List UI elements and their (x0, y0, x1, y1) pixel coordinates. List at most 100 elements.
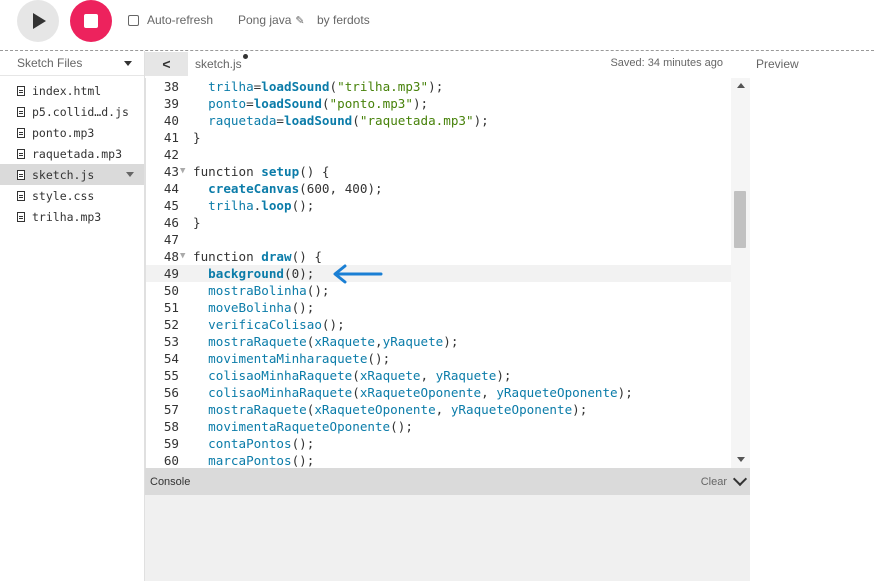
play-icon (33, 13, 46, 29)
line-number: 39 (163, 96, 179, 111)
project-name[interactable]: Pong java ✎ (238, 13, 305, 27)
sidebar-title: Sketch Files (17, 56, 83, 70)
code-line[interactable]: 49 background(0); (146, 265, 750, 282)
code-text: movimentaRaqueteOponente(); (208, 419, 413, 434)
code-line[interactable]: 54 movimentaMinharaquete(); (146, 350, 750, 367)
code-text: verificaColisao(); (208, 317, 345, 332)
code-line[interactable]: 55 colisaoMinhaRaquete(xRaquete, yRaquet… (146, 367, 750, 384)
file-options-chevron-icon[interactable] (126, 172, 134, 177)
file-icon (17, 127, 25, 138)
code-line[interactable]: 43 ▼ function setup() { (146, 163, 750, 180)
fold-gutter (179, 95, 193, 112)
chevron-down-icon[interactable] (124, 60, 132, 66)
code-line[interactable]: 58 movimentaRaqueteOponente(); (146, 418, 750, 435)
stop-icon (84, 14, 98, 28)
chevron-left-icon: < (162, 56, 171, 72)
scroll-down-icon[interactable] (737, 457, 745, 462)
code-line[interactable]: 48 ▼ function draw() { (146, 248, 750, 265)
fold-triangle-icon[interactable]: ▼ (179, 248, 193, 265)
file-item-raquetada-mp3[interactable]: raquetada.mp3 (0, 143, 144, 164)
file-item-sketch-js[interactable]: sketch.js (0, 164, 144, 185)
pencil-icon[interactable]: ✎ (295, 14, 304, 27)
file-item-style-css[interactable]: style.css (0, 185, 144, 206)
code-text: moveBolinha(); (208, 300, 315, 315)
code-line[interactable]: 50 mostraBolinha(); (146, 282, 750, 299)
file-list: index.html p5.collid…d.js ponto.mp3 raqu… (0, 76, 144, 227)
code-text: raquetada=loadSound("raquetada.mp3"); (208, 113, 489, 128)
code-line[interactable]: 57 mostraRaquete(xRaqueteOponente, yRaqu… (146, 401, 750, 418)
code-line[interactable]: 45 trilha.loop(); (146, 197, 750, 214)
file-icon (17, 148, 25, 159)
collapse-sidebar-button[interactable]: < (145, 52, 188, 76)
editor-file-tab: sketch.js (195, 54, 248, 71)
fold-gutter (179, 435, 193, 452)
fold-gutter (179, 197, 193, 214)
file-item-trilha-mp3[interactable]: trilha.mp3 (0, 206, 144, 227)
code-line[interactable]: 40 raquetada=loadSound("raquetada.mp3"); (146, 112, 750, 129)
console-actions: Clear (701, 471, 748, 488)
console-clear-button[interactable]: Clear (701, 476, 727, 488)
editor-scrollbar[interactable] (731, 78, 750, 468)
auto-refresh-toggle[interactable]: Auto-refresh (128, 13, 213, 27)
file-item-ponto-mp3[interactable]: ponto.mp3 (0, 122, 144, 143)
code-line[interactable]: 38 trilha=loadSound("trilha.mp3"); (146, 78, 750, 95)
fold-gutter (179, 299, 193, 316)
code-line[interactable]: 53 mostraRaquete(xRaquete,yRaquete); (146, 333, 750, 350)
file-name: index.html (32, 83, 102, 98)
line-number: 48 (163, 249, 179, 264)
line-number: 38 (163, 79, 179, 94)
auto-refresh-label: Auto-refresh (147, 13, 214, 27)
file-name: p5.collid…d.js (32, 104, 129, 119)
file-item-p5-collide[interactable]: p5.collid…d.js (0, 101, 144, 122)
line-number: 57 (163, 402, 179, 417)
file-name: sketch.js (32, 167, 95, 182)
file-name: ponto.mp3 (32, 125, 95, 140)
line-number: 56 (163, 385, 179, 400)
preview-label: Preview (756, 57, 799, 71)
code-line[interactable]: 60 marcaPontos(); (146, 452, 750, 468)
play-button[interactable] (17, 0, 59, 42)
code-editor[interactable]: 38 trilha=loadSound("trilha.mp3"); 39 pon… (145, 78, 750, 468)
code-text: } (193, 215, 201, 230)
stop-button[interactable] (70, 0, 112, 42)
code-line[interactable]: 52 verificaColisao(); (146, 316, 750, 333)
fold-gutter (179, 367, 193, 384)
code-line[interactable]: 59 contaPontos(); (146, 435, 750, 452)
code-line[interactable]: 44 createCanvas(600, 400); (146, 180, 750, 197)
code-line[interactable]: 41} (146, 129, 750, 146)
fold-gutter (179, 350, 193, 367)
code-line[interactable]: 39 ponto=loadSound("ponto.mp3"); (146, 95, 750, 112)
console-output (145, 495, 750, 581)
chevron-down-icon[interactable] (732, 471, 748, 487)
fold-gutter (179, 333, 193, 350)
scrollbar-thumb[interactable] (734, 191, 746, 248)
line-number: 47 (163, 232, 179, 247)
scroll-up-icon[interactable] (737, 83, 745, 88)
code-line[interactable]: 56 colisaoMinhaRaquete(xRaqueteOponente,… (146, 384, 750, 401)
code-text: movimentaMinharaquete(); (208, 351, 391, 366)
sidebar-header[interactable]: Sketch Files (0, 51, 144, 76)
code-line[interactable]: 51 moveBolinha(); (146, 299, 750, 316)
line-number: 52 (163, 317, 179, 332)
code-line[interactable]: 46} (146, 214, 750, 231)
file-name: trilha.mp3 (32, 209, 102, 224)
file-name: raquetada.mp3 (32, 146, 123, 161)
fold-gutter (179, 146, 193, 163)
fold-gutter (179, 265, 193, 282)
code-text: function setup() { (193, 164, 330, 179)
console-title: Console (150, 475, 191, 488)
code-line[interactable]: 42 (146, 146, 750, 163)
code-text: mostraRaquete(xRaquete,yRaquete); (208, 334, 459, 349)
code-line[interactable]: 47 (146, 231, 750, 248)
file-name: style.css (32, 188, 95, 203)
code-text: marcaPontos(); (208, 453, 315, 468)
code-text: createCanvas(600, 400); (208, 181, 383, 196)
file-item-index-html[interactable]: index.html (0, 80, 144, 101)
fold-gutter (179, 452, 193, 468)
line-number: 51 (163, 300, 179, 315)
editor-header: < sketch.js Saved: 34 minutes ago (145, 51, 750, 77)
line-number: 44 (163, 181, 179, 196)
fold-triangle-icon[interactable]: ▼ (179, 163, 193, 180)
auto-refresh-checkbox[interactable] (128, 14, 139, 26)
project-owner[interactable]: by ferdots (317, 13, 370, 27)
